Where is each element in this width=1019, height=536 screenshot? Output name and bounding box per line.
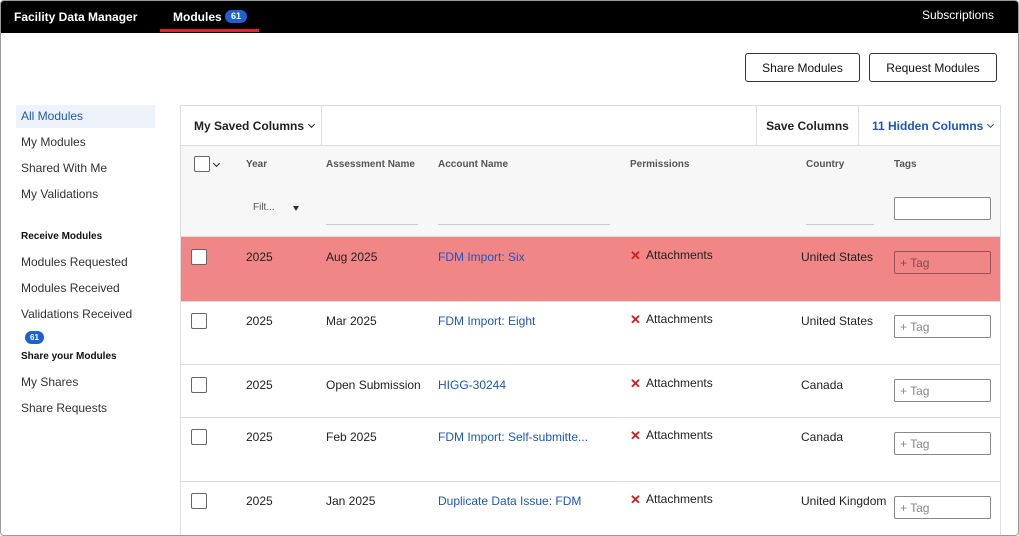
sidebar-item-my-modules[interactable]: My Modules	[16, 131, 155, 154]
sidebar-heading-receive: Receive Modules	[21, 231, 103, 242]
row-checkbox[interactable]	[191, 493, 207, 509]
sidebar-item-my-validations[interactable]: My Validations	[16, 183, 155, 206]
assessment-name-cell: Open Submission	[326, 378, 421, 392]
country-cell: United States	[801, 314, 874, 328]
account-filter-input[interactable]	[438, 224, 610, 225]
country-filter-input[interactable]	[806, 224, 874, 225]
sidebar-heading-share: Share your Modules	[21, 351, 117, 362]
add-tag-input[interactable]: + Tag	[894, 432, 991, 455]
column-header-year[interactable]: Year	[246, 159, 267, 170]
assessment-name-cell: Aug 2025	[326, 250, 378, 264]
subscriptions-link[interactable]: Subscriptions	[922, 8, 994, 22]
sidebar-item-modules-received[interactable]: Modules Received	[16, 277, 155, 300]
active-tab-underline	[160, 29, 259, 32]
add-tag-input[interactable]: + Tag	[894, 379, 991, 402]
column-header-country[interactable]: Country	[806, 159, 844, 170]
close-icon: ✕	[630, 312, 641, 327]
modules-table-panel: My Saved Columns Save Columns 11 Hidden …	[180, 105, 1001, 535]
country-cell: United Kingdom	[801, 494, 887, 508]
row-checkbox[interactable]	[191, 313, 207, 329]
permission-cell: Attachments	[646, 492, 713, 506]
close-icon: ✕	[630, 492, 641, 507]
tags-filter-input[interactable]	[894, 197, 991, 220]
year-cell: 2025	[246, 314, 273, 328]
close-icon: ✕	[630, 428, 641, 443]
account-name-link[interactable]: HIGG-30244	[438, 378, 506, 392]
permission-cell: Attachments	[646, 428, 713, 442]
select-all-checkbox[interactable]	[194, 156, 210, 172]
country-cell: Canada	[801, 378, 844, 392]
hidden-columns-label: 11 Hidden Columns	[872, 119, 984, 133]
row-checkbox[interactable]	[191, 429, 207, 445]
permission-cell: Attachments	[646, 248, 713, 262]
column-header-permissions[interactable]: Permissions	[630, 159, 689, 170]
sidebar-item-shared-with-me[interactable]: Shared With Me	[16, 157, 155, 180]
year-filter-select[interactable]: Filt...	[253, 202, 275, 213]
column-header-tags[interactable]: Tags	[894, 159, 917, 170]
saved-columns-label: My Saved Columns	[194, 119, 305, 133]
close-icon: ✕	[630, 248, 641, 263]
permission-cell: Attachments	[646, 312, 713, 326]
row-checkbox[interactable]	[191, 377, 207, 393]
sidebar-item-validations-received[interactable]: Validations Received 61	[16, 303, 155, 344]
add-tag-input[interactable]: + Tag	[894, 496, 991, 519]
chevron-down-icon[interactable]	[212, 159, 221, 168]
permission-cell: Attachments	[646, 376, 713, 390]
app-window: Facility Data Manager Modules 61 Subscri…	[0, 0, 1019, 536]
share-modules-button[interactable]: Share Modules	[745, 53, 860, 82]
country-cell: Canada	[801, 430, 844, 444]
chevron-down-icon	[987, 120, 995, 129]
tab-modules[interactable]: Modules 61	[160, 1, 259, 33]
year-cell: 2025	[246, 250, 273, 264]
table-row[interactable]: 2025 Jan 2025 Duplicate Data Issue: FDM …	[181, 482, 1000, 535]
table-header: Year Assessment Name Account Name Permis…	[181, 146, 1000, 237]
table-row[interactable]: 2025 Open Submission HIGG-30244 ✕ Attach…	[181, 365, 1000, 418]
add-tag-input[interactable]: + Tag	[894, 251, 991, 274]
top-nav-bar: Facility Data Manager Modules 61 Subscri…	[1, 1, 1018, 33]
chevron-down-icon	[307, 120, 316, 129]
sidebar-item-modules-requested[interactable]: Modules Requested	[16, 251, 155, 274]
caret-down-icon	[293, 206, 299, 211]
tab-modules-label: Modules	[173, 10, 222, 24]
sidebar-item-share-requests[interactable]: Share Requests	[16, 397, 155, 420]
table-row[interactable]: 2025 Aug 2025 FDM Import: Six ✕ Attachme…	[181, 237, 1000, 302]
add-tag-input[interactable]: + Tag	[894, 315, 991, 338]
app-title: Facility Data Manager	[14, 10, 138, 24]
assessment-name-cell: Jan 2025	[326, 494, 376, 508]
assessment-name-cell: Mar 2025	[326, 314, 377, 328]
year-cell: 2025	[246, 430, 273, 444]
sidebar-item-all-modules[interactable]: All Modules	[16, 105, 155, 128]
row-checkbox[interactable]	[191, 249, 207, 265]
column-header-account-name[interactable]: Account Name	[438, 159, 508, 170]
sidebar-item-my-shares[interactable]: My Shares	[16, 371, 155, 394]
hidden-columns-dropdown[interactable]: 11 Hidden Columns	[872, 119, 995, 133]
validations-count-badge: 61	[25, 331, 44, 344]
saved-columns-dropdown[interactable]: My Saved Columns	[181, 106, 322, 146]
account-name-link[interactable]: FDM Import: Six	[438, 250, 525, 264]
table-toolbar: My Saved Columns Save Columns 11 Hidden …	[181, 106, 1000, 146]
save-columns-button[interactable]: Save Columns	[756, 106, 859, 146]
country-cell: United States	[801, 250, 874, 264]
close-icon: ✕	[630, 376, 641, 391]
table-row[interactable]: 2025 Feb 2025 FDM Import: Self-submitte.…	[181, 418, 1000, 482]
year-cell: 2025	[246, 378, 273, 392]
column-header-assessment-name[interactable]: Assessment Name	[326, 159, 415, 170]
account-name-link[interactable]: Duplicate Data Issue: FDM	[438, 494, 581, 508]
account-name-link[interactable]: FDM Import: Eight	[438, 314, 535, 328]
assessment-filter-input[interactable]	[326, 224, 418, 225]
year-cell: 2025	[246, 494, 273, 508]
request-modules-button[interactable]: Request Modules	[869, 53, 997, 82]
modules-count-badge: 61	[225, 10, 248, 23]
table-row[interactable]: 2025 Mar 2025 FDM Import: Eight ✕ Attach…	[181, 302, 1000, 365]
sidebar-item-label: Validations Received	[21, 307, 133, 321]
account-name-link[interactable]: FDM Import: Self-submitte...	[438, 430, 588, 444]
assessment-name-cell: Feb 2025	[326, 430, 377, 444]
